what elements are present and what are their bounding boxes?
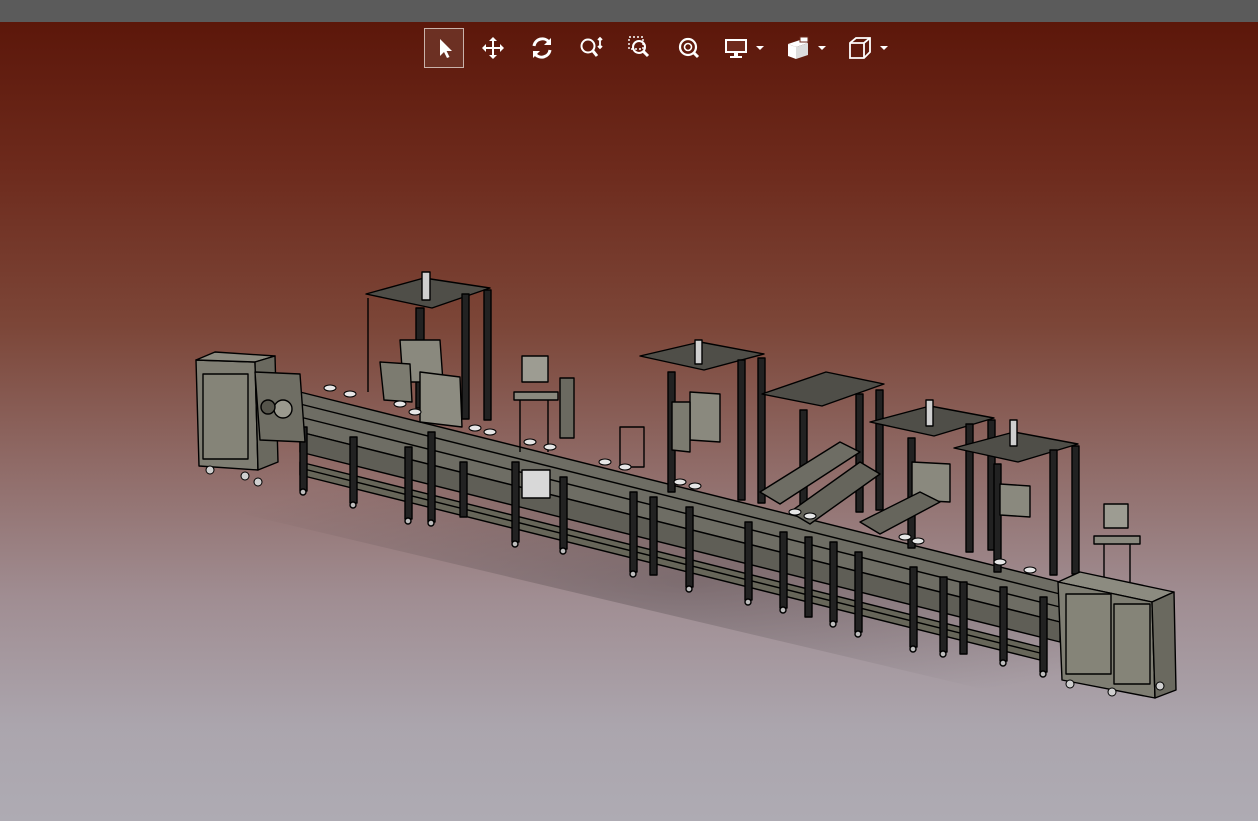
view-orientation-caret[interactable]: [878, 28, 890, 68]
chevron-down-icon: [818, 46, 826, 50]
view-orientation-button[interactable]: [842, 28, 878, 68]
rotate-icon: [532, 37, 552, 59]
render-style-dropdown: [780, 28, 828, 68]
view-toolbar: [424, 28, 904, 68]
render-style-caret[interactable]: [816, 28, 828, 68]
display-caret[interactable]: [754, 28, 766, 68]
render-style-icon: [788, 36, 809, 59]
view-orientation-dropdown: [842, 28, 890, 68]
chevron-down-icon: [880, 46, 888, 50]
render-style-button[interactable]: [780, 28, 816, 68]
display-button[interactable]: [718, 28, 754, 68]
pan-button[interactable]: [473, 28, 513, 68]
select-arrow-icon: [440, 39, 452, 58]
display-monitor-icon: [725, 39, 747, 58]
display-dropdown: [718, 28, 766, 68]
select-button[interactable]: [424, 28, 464, 68]
window-title-bar: [0, 0, 1258, 23]
zoom-area-button[interactable]: [620, 28, 660, 68]
fit-all-button[interactable]: [669, 28, 709, 68]
zoom-button[interactable]: [571, 28, 611, 68]
zoom-in-out-icon: [580, 36, 603, 57]
zoom-area-icon: [628, 36, 650, 58]
assembly-line-model[interactable]: [0, 22, 1258, 821]
chevron-down-icon: [756, 46, 764, 50]
pan-move-icon: [482, 37, 504, 59]
3d-viewport[interactable]: [0, 22, 1258, 821]
fit-all-icon: [678, 37, 700, 59]
isometric-cube-icon: [849, 37, 871, 59]
rotate-button[interactable]: [522, 28, 562, 68]
